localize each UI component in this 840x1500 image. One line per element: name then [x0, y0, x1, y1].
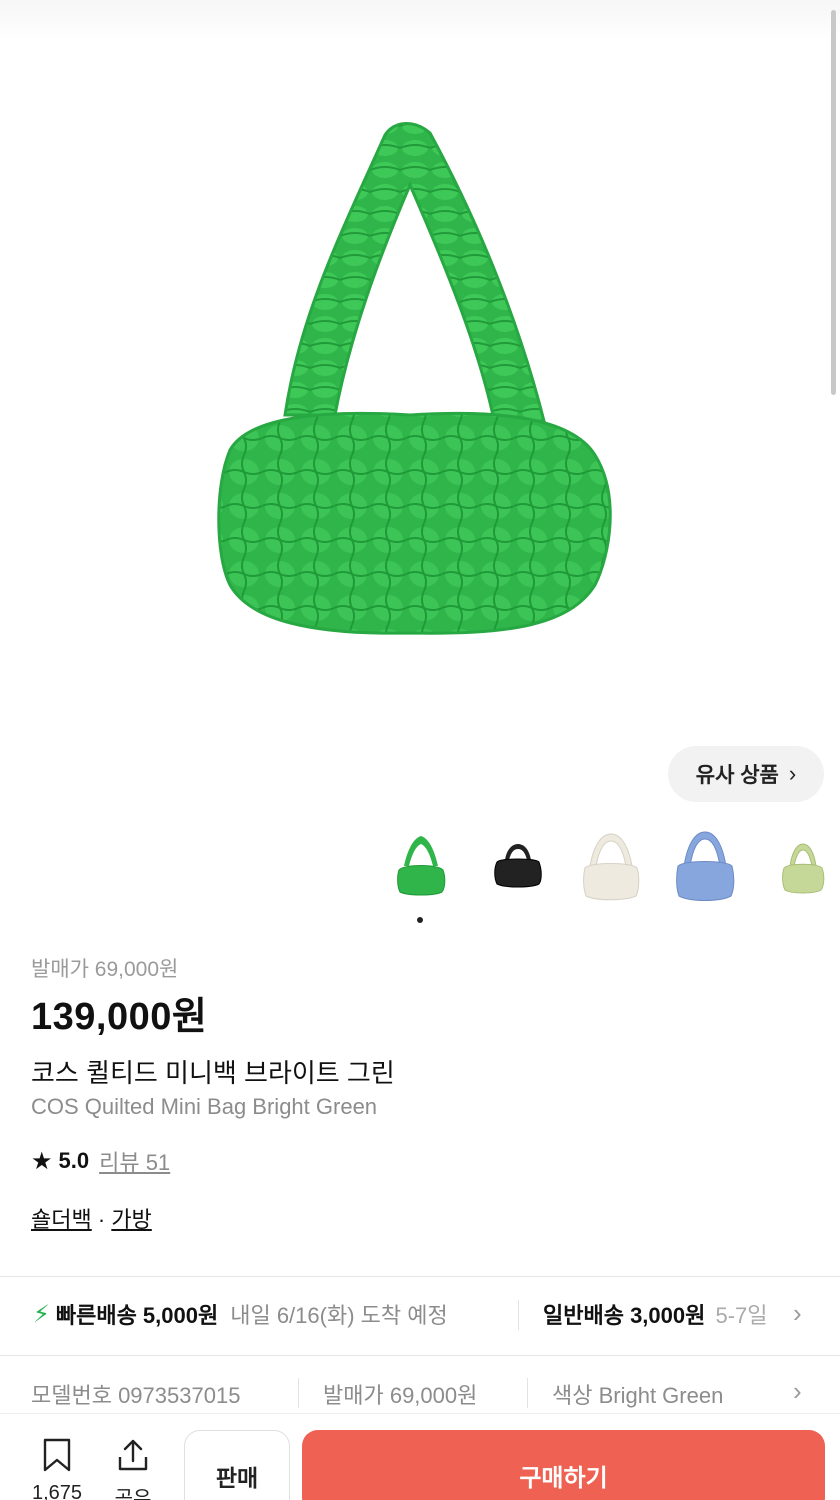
buy-button[interactable]: 구매하기	[302, 1430, 825, 1500]
info-color: 색상 Bright Green	[552, 1383, 724, 1408]
info-separator	[527, 1378, 528, 1408]
chevron-right-icon: ›	[788, 761, 797, 786]
product-image-area[interactable]: 유사 상품 ›	[0, 0, 840, 810]
top-shadow	[0, 0, 840, 40]
category-breadcrumb: 숄더백 · 가방	[31, 1202, 152, 1234]
rating-score: 5.0	[58, 1148, 90, 1173]
info-release-price: 발매가 69,000원	[323, 1383, 478, 1408]
thumbnail-ivory[interactable]	[580, 826, 642, 906]
lightning-icon: ⚡	[33, 1300, 50, 1328]
normal-shipping-label: 일반배송 3,000원	[543, 1303, 706, 1328]
sell-label: 판매	[215, 1465, 259, 1491]
bookmark-count: 1,675	[31, 1482, 83, 1500]
product-name-korean: 코스 퀼티드 미니백 브라이트 그린	[31, 1058, 395, 1088]
fast-shipping-eta: 내일 6/16(화) 도착 예정	[230, 1303, 448, 1328]
thumbnail-blue[interactable]	[674, 826, 736, 906]
reviews-link[interactable]: 리뷰 51	[99, 1145, 170, 1177]
share-label: 공유	[114, 1488, 152, 1500]
info-chevron-right-icon[interactable]: ›	[793, 1376, 802, 1407]
similar-products-label: 유사 상품	[695, 764, 779, 787]
normal-shipping-eta: 5-7일	[715, 1303, 768, 1328]
shipping-separator	[518, 1300, 519, 1330]
share-button[interactable]: 공유	[103, 1437, 163, 1500]
category-link-bag[interactable]: 가방	[111, 1207, 151, 1232]
buy-label: 구매하기	[519, 1465, 608, 1492]
model-number: 모델번호 0973537015	[31, 1383, 241, 1408]
release-price-label: 발매가 69,000원	[31, 958, 179, 981]
thumbnail-green[interactable]	[390, 826, 452, 906]
product-name-english: COS Quilted Mini Bag Bright Green	[31, 1094, 378, 1119]
star-icon: ★	[31, 1147, 53, 1175]
thumbnail-black[interactable]	[487, 826, 549, 906]
category-link-shoulder-bag[interactable]: 숄더백	[31, 1207, 92, 1232]
divider	[0, 1276, 840, 1277]
fast-shipping-label: 빠른배송 5,000원	[55, 1303, 219, 1328]
color-thumbnails	[0, 826, 840, 916]
thumbnail-lightgreen[interactable]	[772, 826, 834, 906]
product-image	[217, 122, 612, 635]
carousel-indicator	[417, 917, 423, 923]
shipping-chevron-right-icon[interactable]: ›	[793, 1298, 802, 1329]
rating-summary: ★ 5.0 리뷰 51	[31, 1145, 170, 1177]
category-separator: ·	[97, 1207, 106, 1232]
scrollbar[interactable]	[831, 10, 836, 395]
sell-button[interactable]: 판매	[184, 1430, 290, 1500]
bookmark-button[interactable]: 1,675	[22, 1437, 92, 1500]
normal-shipping-option[interactable]: 일반배송 3,000원 5-7일	[543, 1298, 788, 1330]
info-separator	[298, 1378, 299, 1408]
similar-products-button[interactable]: 유사 상품 ›	[668, 746, 824, 802]
product-price: 139,000원	[31, 996, 208, 1038]
divider	[0, 1355, 840, 1356]
share-icon	[118, 1439, 148, 1471]
bookmark-icon	[43, 1438, 71, 1472]
fast-shipping-option[interactable]: ⚡ 빠른배송 5,000원 내일 6/16(화) 도착 예정	[33, 1298, 448, 1330]
